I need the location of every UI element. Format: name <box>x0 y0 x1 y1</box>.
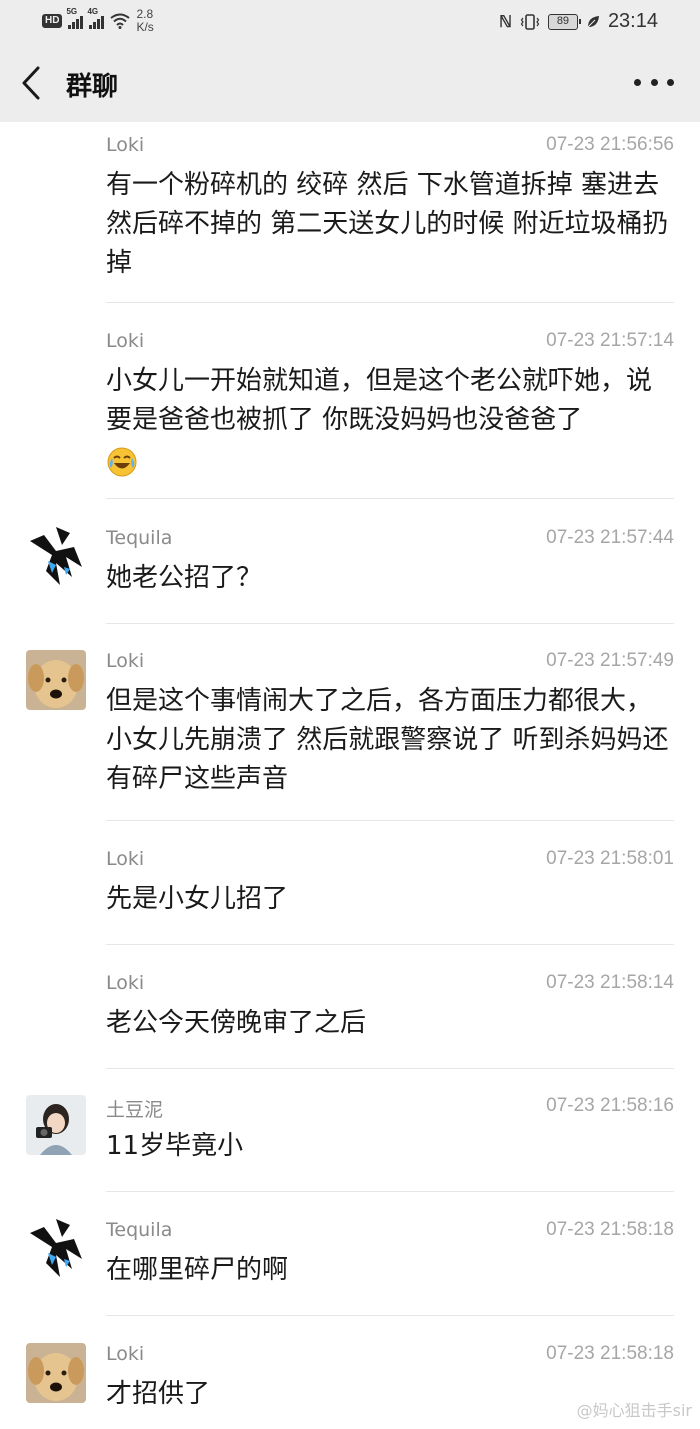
watermark: @妈心狙击手sir <box>576 1401 692 1420</box>
status-right: ℕ 89 23:14 <box>499 10 658 33</box>
nav-bar: 群聊 <box>0 44 700 122</box>
more-dot-icon <box>667 78 674 86</box>
message-divider <box>106 1191 674 1192</box>
message-item[interactable]: Loki 07-23 21:56:56 有一个粉碎机的 绞碎 然后 下水管道拆掉… <box>0 134 700 314</box>
message-item[interactable]: Loki 07-23 21:57:14 小女儿一开始就知道，但是这个老公就吓她，… <box>0 330 700 516</box>
message-divider <box>106 820 674 821</box>
message-item[interactable]: Loki 07-23 21:58:01 先是小女儿招了 <box>0 848 700 960</box>
chevron-left-icon <box>22 66 40 100</box>
speed-unit: K/s <box>136 20 154 34</box>
message-sender[interactable]: Loki <box>106 330 144 352</box>
dark-sketch-avatar-icon <box>26 1219 86 1279</box>
wifi-icon <box>110 13 131 29</box>
more-dot-icon <box>634 78 641 86</box>
message-time: 07-23 21:58:18 <box>546 1219 674 1240</box>
message-text: 她老公招了？ <box>106 563 263 593</box>
leaf-icon <box>587 15 599 27</box>
status-bar: HD 5G 4G 2.8 K/s ℕ 89 23:14 <box>0 0 700 44</box>
message-sender[interactable]: Loki <box>106 650 144 672</box>
avatar[interactable] <box>26 1095 86 1155</box>
message-divider <box>106 1068 674 1069</box>
status-time: 23:14 <box>607 10 658 32</box>
page-title: 群聊 <box>66 72 119 102</box>
message-text: 小女儿一开始就知道，但是这个老公就吓她，说要是爸爸也被抓了 你既没妈妈也没爸爸了 <box>106 366 653 435</box>
message-divider <box>106 302 674 303</box>
message-time: 07-23 21:56:56 <box>546 134 674 155</box>
message-divider <box>106 498 674 499</box>
message-sender[interactable]: Loki <box>106 1343 144 1365</box>
nfc-icon: ℕ <box>499 13 512 31</box>
more-dot-icon <box>650 78 658 86</box>
avatar[interactable] <box>26 527 86 587</box>
message-time: 07-23 21:57:49 <box>546 650 674 671</box>
message-time: 07-23 21:58:16 <box>546 1095 674 1116</box>
status-left: HD 5G 4G 2.8 K/s <box>42 7 154 34</box>
message-item[interactable]: Loki 07-23 21:57:49 但是这个事情闹大了之后，各方面压力都很大… <box>0 650 700 840</box>
message-divider <box>106 944 674 945</box>
message-time: 07-23 21:57:14 <box>546 330 674 351</box>
signal-5g-label: 5G <box>66 7 78 16</box>
message-item[interactable]: 土豆泥 07-23 21:58:16 11岁毕竟小 <box>0 1095 700 1207</box>
message-sender[interactable]: Loki <box>106 848 144 870</box>
message-sender[interactable]: 土豆泥 <box>106 1095 163 1122</box>
message-item[interactable]: Tequila 07-23 21:57:44 她老公招了？ <box>0 527 700 639</box>
message-text: 有一个粉碎机的 绞碎 然后 下水管道拆掉 塞进去 然后碎不掉的 第二天送女儿的时… <box>106 170 669 278</box>
network-speed: 2.8 K/s <box>136 8 153 34</box>
message-sender[interactable]: Loki <box>106 134 144 156</box>
message-time: 07-23 21:58:14 <box>546 972 674 993</box>
signal-4g-label: 4G <box>87 7 99 16</box>
message-divider <box>106 623 674 624</box>
message-time: 07-23 21:57:44 <box>546 527 674 548</box>
message-item[interactable]: Tequila 07-23 21:58:18 在哪里碎尸的啊 <box>0 1219 700 1331</box>
hd-badge: HD <box>42 14 63 28</box>
message-time: 07-23 21:58:01 <box>546 848 674 869</box>
message-text: 但是这个事情闹大了之后，各方面压力都很大，小女儿先崩溃了 然后就跟警察说了 听到… <box>106 686 669 794</box>
dark-sketch-avatar-icon <box>26 527 86 587</box>
camera-girl-avatar-icon <box>26 1095 86 1155</box>
message-divider <box>106 1315 674 1316</box>
message-sender[interactable]: Loki <box>106 972 144 994</box>
crying-laughing-emoji-icon <box>107 447 137 476</box>
message-sender[interactable]: Tequila <box>106 1219 172 1241</box>
message-text-wrap: 小女儿一开始就知道，但是这个老公就吓她，说要是爸爸也被抓了 你既没妈妈也没爸爸了 <box>106 362 676 479</box>
more-options-button[interactable] <box>634 72 674 92</box>
battery-icon: 89 <box>547 13 581 30</box>
dog-avatar-icon <box>26 650 86 710</box>
message-text: 在哪里碎尸的啊 <box>106 1255 289 1285</box>
back-button[interactable] <box>16 64 52 102</box>
signal-5g-icon: 5G <box>66 7 84 29</box>
signal-4g-icon: 4G <box>87 7 105 29</box>
message-list[interactable]: Loki 07-23 21:56:56 有一个粉碎机的 绞碎 然后 下水管道拆掉… <box>0 122 700 1429</box>
message-text: 先是小女儿招了 <box>106 884 289 914</box>
dog-avatar-icon <box>26 1343 86 1403</box>
message-time: 07-23 21:58:18 <box>546 1343 674 1364</box>
message-text: 老公今天傍晚审了之后 <box>106 1008 367 1038</box>
message-sender[interactable]: Tequila <box>106 527 172 549</box>
avatar[interactable] <box>26 1343 86 1403</box>
message-text: 11岁毕竟小 <box>106 1131 244 1161</box>
message-item[interactable]: Loki 07-23 21:58:14 老公今天傍晚审了之后 <box>0 972 700 1084</box>
avatar[interactable] <box>26 1219 86 1279</box>
avatar[interactable] <box>26 650 86 710</box>
vibrate-icon <box>520 13 540 30</box>
